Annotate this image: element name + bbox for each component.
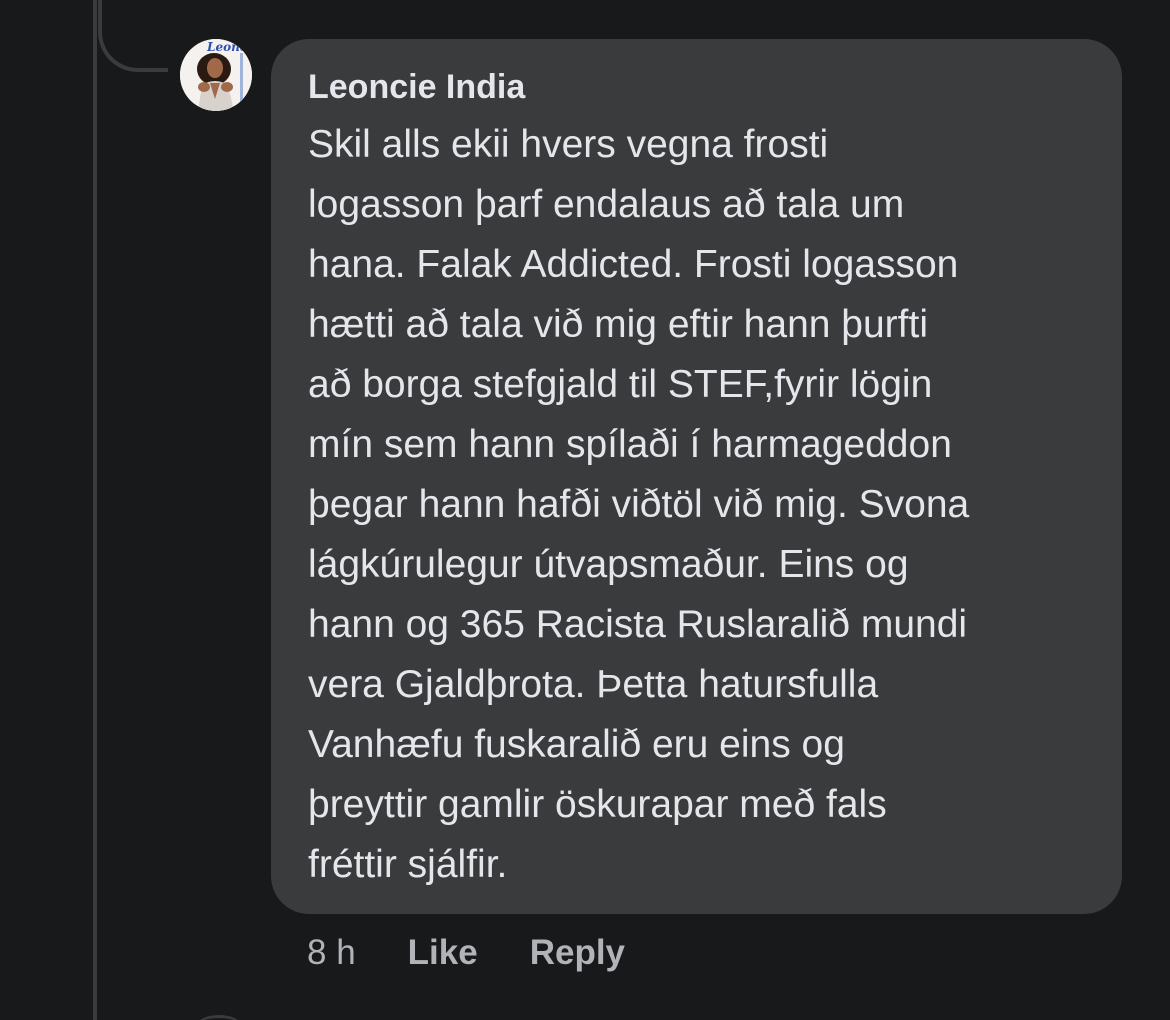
comment-text-line: Vanhæfu fuskaralið eru eins og	[308, 723, 845, 766]
comment-text-line: hana. Falak Addicted. Frosti logasson	[308, 243, 959, 286]
comment-bubble: Leoncie India Skil alls ekii hvers vegna…	[271, 39, 1122, 914]
comment-thread: Leoncie Leoncie India Skil alls ekii hve…	[0, 0, 1170, 1020]
thread-connector-line	[93, 0, 97, 1020]
comment-text-line: logasson þarf endalaus að tala um	[308, 183, 905, 226]
comment-text-line: Skil alls ekii hvers vegna frosti	[308, 123, 829, 166]
comment-text-line: lágkúrulegur útvapsmaður. Eins og	[308, 543, 909, 586]
comment-text-line: mín sem hann spílaði í harmageddon	[308, 423, 952, 466]
comment-timestamp[interactable]: 8 h	[307, 933, 356, 973]
reply-button[interactable]: Reply	[530, 933, 625, 973]
comment-text: Skil alls ekii hvers vegna frosti logass…	[308, 115, 1092, 895]
avatar-logo-text: Leoncie	[206, 40, 252, 54]
comment-author-name[interactable]: Leoncie India	[308, 65, 1092, 109]
comment-text-line: hann og 365 Racista Ruslaralið mundi	[308, 603, 968, 646]
profile-photo-avatar-icon: Leoncie	[180, 39, 252, 111]
comment-text-line: þreyttir gamlir öskurapar með fals	[308, 783, 887, 826]
comment-text-line: vera Gjaldþrota. Þetta hatursfulla	[308, 663, 879, 706]
comment-text-line: að borga stefgjald til STEF,fyrir lögin	[308, 363, 933, 406]
thread-reply-curve	[98, 0, 168, 72]
comment-text-line: fréttir sjálfir.	[308, 843, 508, 886]
next-comment-avatar-edge	[196, 1015, 242, 1020]
comment-text-line: þegar hann hafði viðtöl við mig. Svona	[308, 483, 970, 526]
comment-text-line: hætti að tala við mig eftir hann þurfti	[308, 303, 928, 346]
avatar[interactable]: Leoncie	[180, 39, 252, 111]
comment-actions: 8 h Like Reply	[307, 928, 625, 978]
like-button[interactable]: Like	[408, 933, 478, 973]
